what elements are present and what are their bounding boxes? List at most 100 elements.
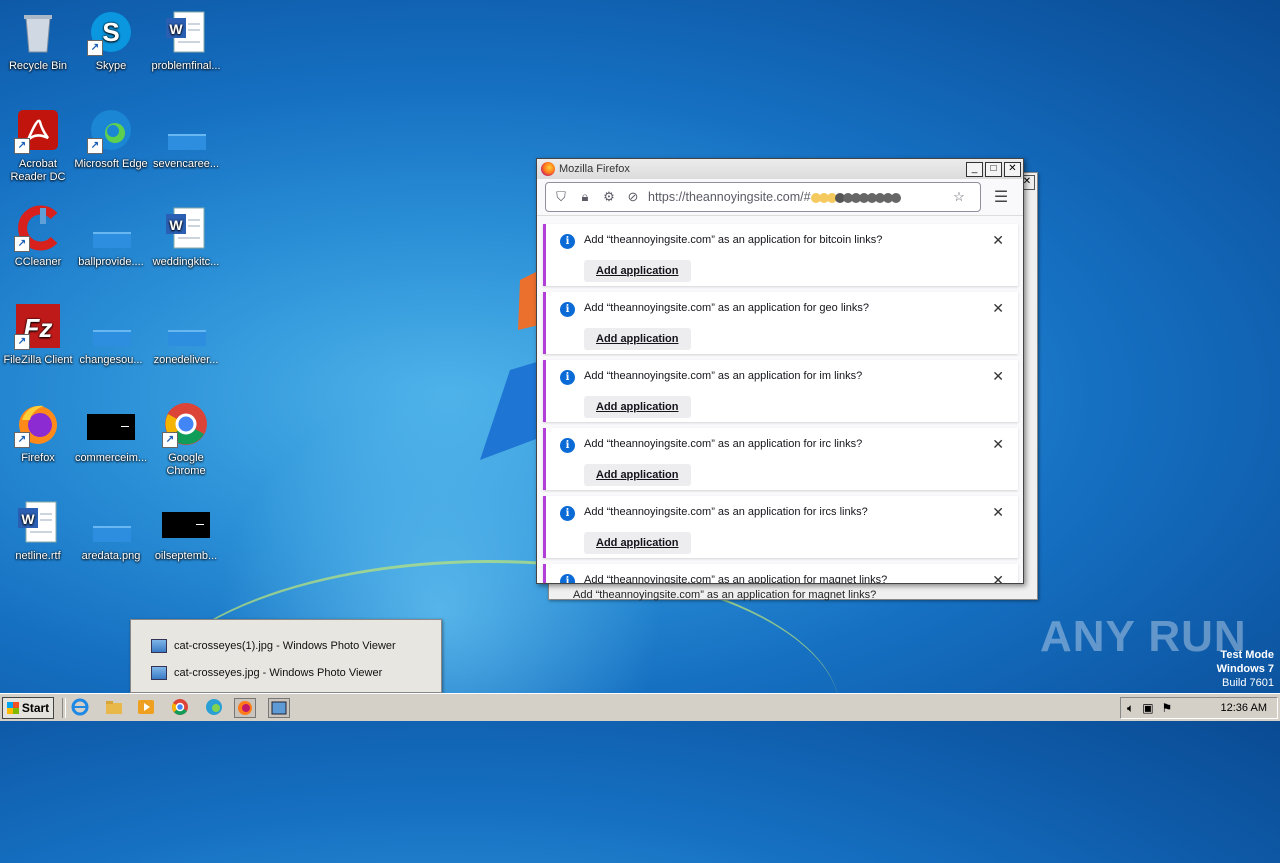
close-icon[interactable]: ✕ xyxy=(992,572,1004,583)
photo-viewer-icon xyxy=(151,666,167,680)
file-explorer-icon[interactable] xyxy=(104,698,124,716)
add-application-button[interactable]: Add application xyxy=(584,328,691,350)
test-mode-text: Test Mode Windows 7 Build 7601 xyxy=(1217,648,1274,690)
notification-message: Add “theannoyingsite.com” as an applicat… xyxy=(584,302,869,314)
action-center-flag-icon[interactable]: ⚑ xyxy=(1162,701,1173,715)
add-application-button[interactable]: Add application xyxy=(584,396,691,418)
desktop-icon-label: changesou... xyxy=(79,354,143,366)
shortcut-arrow-icon: ↗ xyxy=(14,236,30,252)
desktop-icon[interactable]: oilseptemb... xyxy=(148,498,224,563)
close-icon[interactable]: ✕ xyxy=(992,232,1004,249)
lock-icon[interactable]: 🔒︎ xyxy=(576,188,594,206)
desktop-icon-label: problemfinal... xyxy=(151,60,221,72)
black-image-icon xyxy=(87,400,135,448)
add-application-button[interactable]: Add application xyxy=(584,464,691,486)
desktop-icon[interactable]: changesou... xyxy=(73,302,149,367)
navigation-bar: ⛉ 🔒︎ ⚙ ⊘ https://theannoyingsite.com/# ☆… xyxy=(537,179,1023,216)
add-application-button[interactable]: Add application xyxy=(584,260,691,282)
desktop-icon[interactable]: Fz ↗ FileZilla Client xyxy=(0,302,76,367)
desktop-icon[interactable]: sevencaree... xyxy=(148,106,224,171)
firefox-icon: ↗ xyxy=(14,400,62,448)
edge-icon[interactable] xyxy=(204,698,224,716)
blank-file-icon xyxy=(162,302,210,350)
url-text[interactable]: https://theannoyingsite.com/# xyxy=(648,190,950,205)
maximize-button[interactable]: □ xyxy=(985,161,1002,177)
start-button[interactable]: Start xyxy=(2,697,54,719)
desktop-icon[interactable]: Wproblemfinal... xyxy=(148,8,224,73)
shortcut-arrow-icon: ↗ xyxy=(162,432,178,448)
windows-flag-icon xyxy=(6,702,19,714)
url-bar[interactable]: ⛉ 🔒︎ ⚙ ⊘ https://theannoyingsite.com/# ☆ xyxy=(545,182,981,212)
blank-file-icon xyxy=(87,302,135,350)
permissions-icon[interactable]: ⚙ xyxy=(600,188,618,206)
chrome-icon: ↗ xyxy=(162,400,210,448)
info-icon: i xyxy=(560,574,575,583)
desktop-icon-label: aredata.png xyxy=(81,550,141,562)
desktop-icon-label: Recycle Bin xyxy=(8,60,68,72)
desktop-icon-label: sevencaree... xyxy=(152,158,220,170)
close-button[interactable]: ✕ xyxy=(1004,161,1021,177)
close-icon[interactable]: ✕ xyxy=(992,436,1004,453)
desktop-icon-label: netline.rtf xyxy=(15,550,61,562)
title-bar[interactable]: Mozilla Firefox _ □ ✕ xyxy=(537,159,1023,179)
minimize-button[interactable]: _ xyxy=(966,161,983,177)
photo-viewer-taskbar-icon[interactable] xyxy=(268,698,290,718)
chrome-icon[interactable] xyxy=(170,698,190,716)
black-image-icon xyxy=(162,498,210,546)
desktop-icon[interactable]: ↗ Firefox xyxy=(0,400,76,465)
shortcut-arrow-icon: ↗ xyxy=(87,138,103,154)
acrobat-icon: ↗ xyxy=(14,106,62,154)
desktop-icon-label: zonedeliver... xyxy=(153,354,219,366)
desktop-icon[interactable]: S ↗ Skype xyxy=(73,8,149,73)
shield-icon[interactable]: ⛉ xyxy=(552,188,570,206)
desktop-icon[interactable]: Wweddingkitc... xyxy=(148,204,224,269)
notification-bar: i Add “theannoyingsite.com” as an applica… xyxy=(543,224,1018,286)
media-player-icon[interactable] xyxy=(136,698,156,716)
ccleaner-icon: ↗ xyxy=(14,204,62,252)
desktop-icon[interactable]: aredata.png xyxy=(73,498,149,563)
notification-message: Add “theannoyingsite.com” as an applicat… xyxy=(584,370,863,382)
word-document-icon: W xyxy=(162,8,210,56)
desktop-icon[interactable]: ↗ CCleaner xyxy=(0,204,76,269)
desktop-icon[interactable]: commerceim... xyxy=(73,400,149,465)
notification-message: Add “theannoyingsite.com” as an applicat… xyxy=(584,234,883,246)
notification-bar: i Add “theannoyingsite.com” as an applica… xyxy=(543,564,1018,583)
firefox-taskbar-icon[interactable] xyxy=(234,698,256,718)
close-icon[interactable]: ✕ xyxy=(992,504,1004,521)
notification-bar: i Add “theannoyingsite.com” as an applica… xyxy=(543,292,1018,354)
bookmark-star-icon[interactable]: ☆ xyxy=(950,188,968,206)
info-icon: i xyxy=(560,234,575,249)
firefox-window[interactable]: Mozilla Firefox _ □ ✕ ⛉ 🔒︎ ⚙ ⊘ https://t… xyxy=(536,158,1024,584)
close-icon[interactable]: ✕ xyxy=(992,368,1004,385)
popup-item[interactable]: cat-crosseyes.jpg - Windows Photo Viewer xyxy=(151,663,382,683)
filezilla-icon: Fz ↗ xyxy=(14,302,62,350)
hamburger-menu-icon[interactable]: ☰ xyxy=(987,187,1015,207)
photo-viewer-icon xyxy=(151,639,167,653)
add-application-button[interactable]: Add application xyxy=(584,532,691,554)
skype-icon: S ↗ xyxy=(87,8,135,56)
info-icon: i xyxy=(560,302,575,317)
internet-explorer-icon[interactable] xyxy=(70,698,90,716)
tracking-blocked-icon[interactable]: ⊘ xyxy=(624,188,642,206)
taskbar-divider xyxy=(62,698,66,718)
desktop-icon[interactable]: ↗ Microsoft Edge xyxy=(73,106,149,171)
popup-item[interactable]: cat-crosseyes(1).jpg - Windows Photo Vie… xyxy=(151,636,396,656)
desktop-icon[interactable]: Wnetline.rtf xyxy=(0,498,76,563)
desktop-icon[interactable]: Recycle Bin xyxy=(0,8,76,73)
speaker-icon[interactable]: 🔈︎ xyxy=(1127,701,1134,716)
clock[interactable]: 12:36 AM xyxy=(1221,702,1267,714)
start-label: Start xyxy=(21,701,50,715)
taskbar-thumbnail-popup: cat-crosseyes(1).jpg - Windows Photo Vie… xyxy=(130,619,442,693)
system-tray: 🔈︎ ▣ ⚑ 12:36 AM xyxy=(1120,697,1278,719)
close-icon[interactable]: ✕ xyxy=(992,300,1004,317)
recycle-bin-icon xyxy=(14,8,62,56)
desktop-icon[interactable]: ballprovide.... xyxy=(73,204,149,269)
desktop-icon-label: Skype xyxy=(95,60,127,72)
desktop-icon[interactable]: ↗ Acrobat Reader DC xyxy=(0,106,76,184)
desktop-icon[interactable]: ↗ Google Chrome xyxy=(148,400,224,478)
desktop-icon-label: CCleaner xyxy=(14,256,62,268)
network-icon[interactable]: ▣ xyxy=(1142,701,1153,715)
emoji-hash-icon xyxy=(810,190,901,204)
desktop-icon[interactable]: zonedeliver... xyxy=(148,302,224,367)
svg-text:W: W xyxy=(169,21,183,37)
